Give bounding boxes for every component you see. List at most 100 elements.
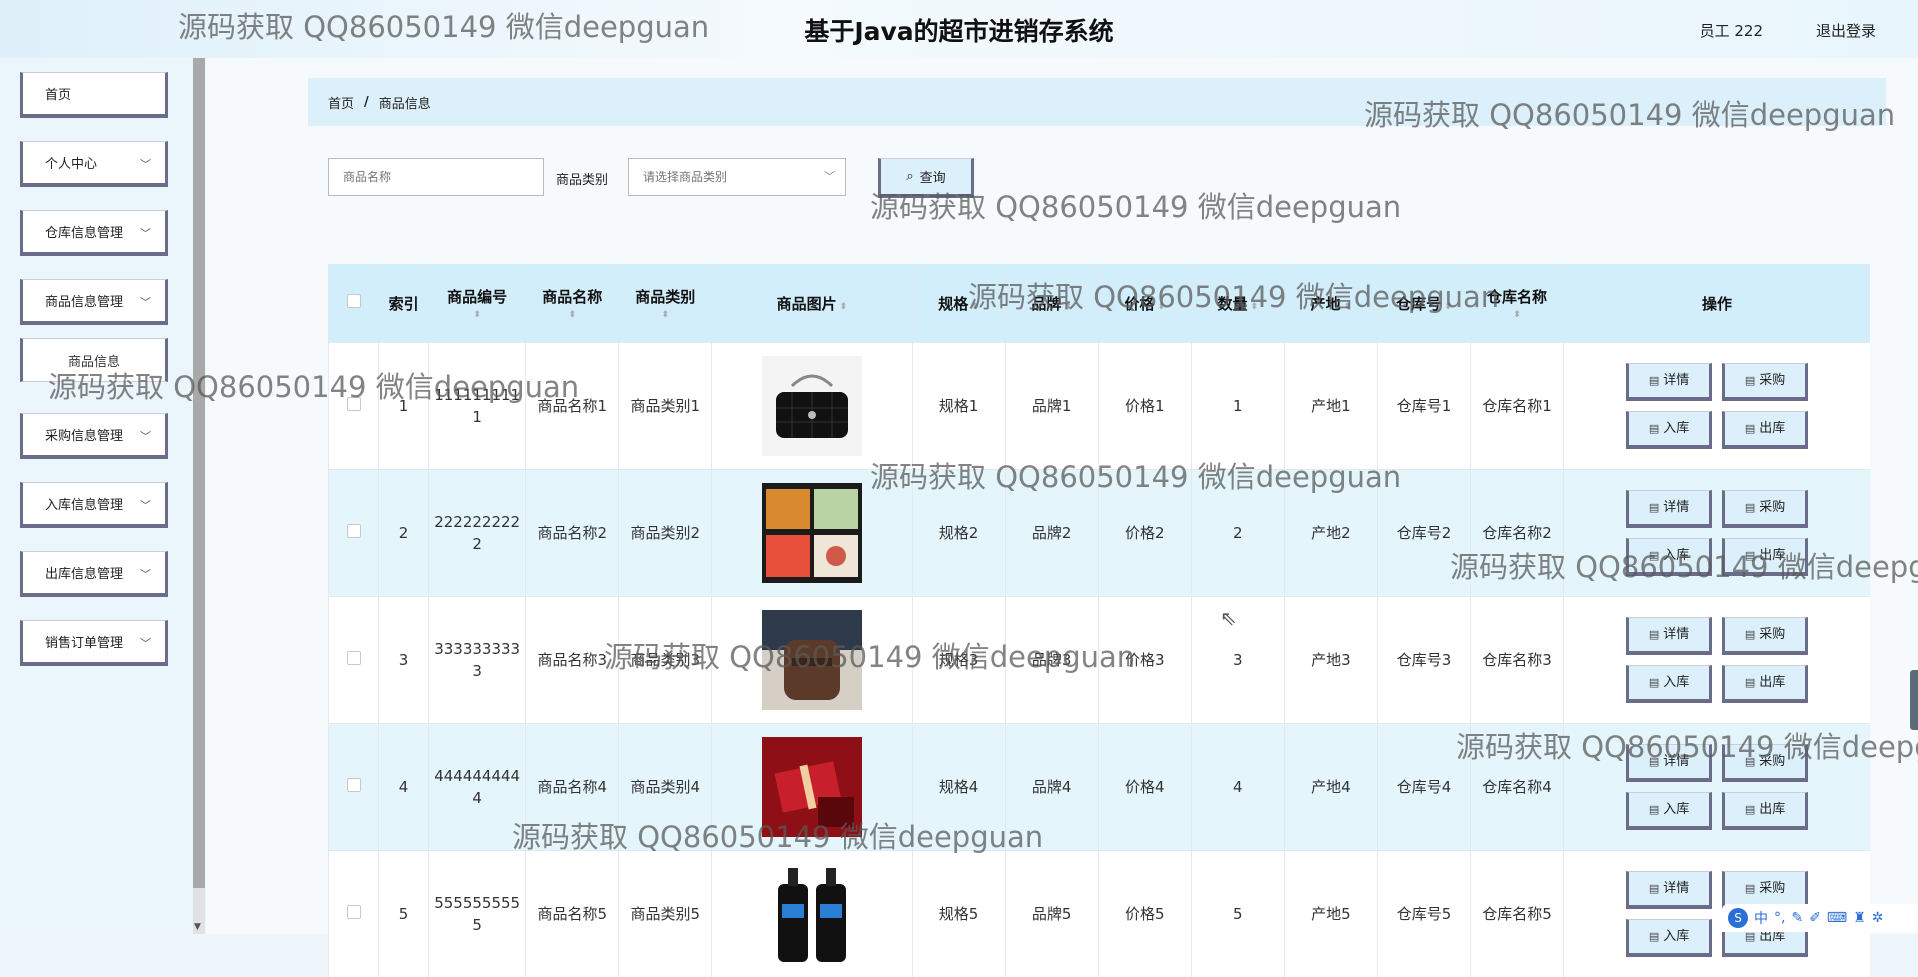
purchase-button[interactable]: ▤采购 — [1722, 744, 1808, 782]
button-label: 采购 — [1759, 370, 1785, 392]
scroll-down-icon[interactable]: ▼ — [194, 922, 201, 932]
cell-image[interactable] — [712, 597, 912, 724]
cell-origin: 产地3 — [1284, 597, 1377, 724]
sidebar-item-personal[interactable]: 个人中心﹀ — [20, 141, 168, 187]
col-price[interactable]: 价格⬍ — [1098, 264, 1191, 343]
sidebar-item-goods[interactable]: 商品信息管理﹀ — [20, 279, 168, 325]
category-select[interactable] — [628, 158, 846, 196]
row-checkbox[interactable] — [347, 651, 361, 665]
stock-in-button[interactable]: ▤入库 — [1626, 665, 1712, 703]
purchase-button[interactable]: ▤采购 — [1722, 363, 1808, 401]
sidebar-scrollbar[interactable]: ▼ — [193, 58, 205, 934]
breadcrumb-home[interactable]: 首页 — [328, 93, 354, 112]
sidebar-item-warehouse[interactable]: 仓库信息管理﹀ — [20, 210, 168, 256]
col-origin[interactable]: 产地⬍ — [1284, 264, 1377, 343]
cell-warehouse-name: 仓库名称3 — [1471, 597, 1564, 724]
row-select-cell — [329, 343, 379, 470]
sort-icon[interactable]: ⬍ — [1157, 302, 1165, 312]
col-image[interactable]: 商品图片⬍ — [712, 264, 912, 343]
side-panel-tab[interactable] — [1910, 670, 1918, 730]
keyboard-icon[interactable]: ⌨ — [1827, 910, 1847, 926]
search-button[interactable]: ⌕ 查询 — [878, 158, 974, 198]
ime-toolbar[interactable]: S 中 °, ✎ ✐ ⌨ ♜ ✲ — [1722, 904, 1918, 932]
table-row: 33333333333商品名称3商品类别3规格3品牌3价格33产地3仓库号3仓库… — [329, 597, 1871, 724]
sort-icon[interactable]: ⬍ — [433, 310, 521, 320]
button-label: 采购 — [1759, 624, 1785, 646]
voice-icon[interactable]: ✐ — [1809, 910, 1821, 926]
stock-in-button[interactable]: ▤入库 — [1626, 792, 1712, 830]
product-image[interactable] — [716, 356, 907, 456]
select-all-checkbox[interactable] — [347, 294, 361, 308]
row-checkbox[interactable] — [347, 778, 361, 792]
cell-image[interactable] — [712, 470, 912, 597]
detail-button[interactable]: ▤详情 — [1626, 490, 1712, 528]
product-image[interactable] — [716, 483, 907, 583]
col-code[interactable]: 商品编号⬍ — [429, 264, 526, 343]
cell-warehouse-name: 仓库名称1 — [1471, 343, 1564, 470]
col-label: 商品类别 — [635, 288, 695, 306]
ime-mode[interactable]: 中 — [1754, 908, 1768, 928]
product-image[interactable] — [716, 737, 907, 837]
row-checkbox[interactable] — [347, 905, 361, 919]
detail-button[interactable]: ▤详情 — [1626, 617, 1712, 655]
row-checkbox[interactable] — [347, 397, 361, 411]
sidebar-item-home[interactable]: 首页 — [20, 72, 168, 118]
sort-icon[interactable]: ⬍ — [530, 310, 614, 320]
col-qty[interactable]: 数量⬍ — [1191, 264, 1284, 343]
document-icon: ▤ — [1745, 545, 1755, 567]
sidebar-item-label: 采购信息管理 — [45, 425, 123, 444]
search-button-label: 查询 — [920, 167, 946, 186]
stock-out-button[interactable]: ▤出库 — [1722, 792, 1808, 830]
stock-out-button[interactable]: ▤出库 — [1722, 538, 1808, 576]
sidebar-item-sales[interactable]: 销售订单管理﹀ — [20, 620, 168, 666]
sort-icon[interactable]: ⬍ — [1344, 302, 1352, 312]
goods-name-input[interactable] — [328, 158, 544, 196]
sidebar-subitem-goods-info[interactable]: 商品信息 — [20, 338, 168, 382]
sort-icon[interactable]: ⬍ — [1251, 302, 1259, 312]
col-spec[interactable]: 规格⬍ — [912, 264, 1005, 343]
stock-in-button[interactable]: ▤入库 — [1626, 411, 1712, 449]
col-warehouse-no[interactable]: 仓库号⬍ — [1377, 264, 1470, 343]
col-brand[interactable]: 品牌⬍ — [1005, 264, 1098, 343]
purchase-button[interactable]: ▤采购 — [1722, 490, 1808, 528]
scrollbar-thumb[interactable] — [193, 58, 205, 888]
cell-image[interactable] — [712, 724, 912, 851]
sort-icon[interactable]: ⬍ — [840, 302, 848, 312]
product-image[interactable] — [716, 864, 907, 964]
col-label: 仓库名称 — [1487, 288, 1547, 306]
product-image[interactable] — [716, 610, 907, 710]
col-name[interactable]: 商品名称⬍ — [526, 264, 619, 343]
sidebar-item-label: 销售订单管理 — [45, 632, 123, 651]
cell-warehouse-no: 仓库号1 — [1377, 343, 1470, 470]
col-warehouse-name[interactable]: 仓库名称 ⬍ — [1471, 264, 1564, 343]
stock-in-button[interactable]: ▤入库 — [1626, 538, 1712, 576]
sort-icon[interactable]: ⬍ — [1475, 310, 1559, 320]
sidebar-item-purchase[interactable]: 采购信息管理﹀ — [20, 413, 168, 459]
logout-link[interactable]: 退出登录 — [1816, 20, 1876, 41]
sort-icon[interactable]: ⬍ — [1444, 302, 1452, 312]
detail-button[interactable]: ▤详情 — [1626, 744, 1712, 782]
settings-icon[interactable]: ✲ — [1872, 910, 1884, 926]
stock-in-button[interactable]: ▤入库 — [1626, 919, 1712, 957]
breadcrumb-separator: / — [364, 95, 369, 110]
cell-image[interactable] — [712, 851, 912, 977]
row-checkbox[interactable] — [347, 524, 361, 538]
purchase-button[interactable]: ▤采购 — [1722, 617, 1808, 655]
stock-out-button[interactable]: ▤出库 — [1722, 665, 1808, 703]
skin-icon[interactable]: ♜ — [1853, 910, 1866, 926]
sort-icon[interactable]: ⬍ — [971, 302, 979, 312]
cell-origin: 产地2 — [1284, 470, 1377, 597]
detail-button[interactable]: ▤详情 — [1626, 871, 1712, 909]
pen-icon[interactable]: ✎ — [1791, 910, 1803, 926]
stock-out-button[interactable]: ▤出库 — [1722, 411, 1808, 449]
sidebar-item-stock-in[interactable]: 入库信息管理﹀ — [20, 482, 168, 528]
punctuation-icon[interactable]: °, — [1774, 910, 1785, 926]
sidebar-item-stock-out[interactable]: 出库信息管理﹀ — [20, 551, 168, 597]
cell-code: 1111111111 — [429, 343, 526, 470]
detail-button[interactable]: ▤详情 — [1626, 363, 1712, 401]
col-category[interactable]: 商品类别 ⬍ — [619, 264, 712, 343]
button-label: 详情 — [1663, 497, 1689, 519]
sort-icon[interactable]: ⬍ — [623, 310, 707, 320]
cell-image[interactable] — [712, 343, 912, 470]
sort-icon[interactable]: ⬍ — [1064, 302, 1072, 312]
